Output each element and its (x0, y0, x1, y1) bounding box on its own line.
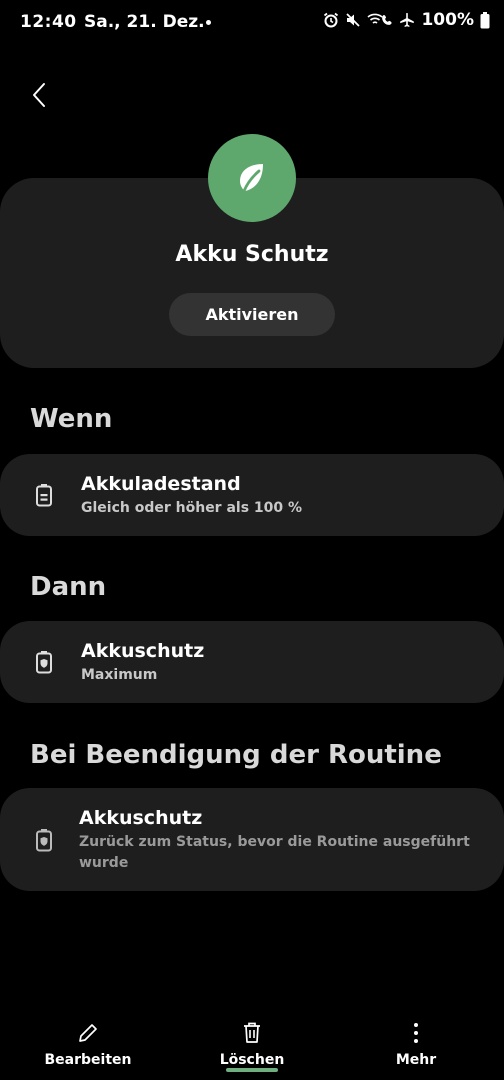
action-title: Akkuschutz (81, 640, 205, 662)
alarm-icon (324, 12, 339, 28)
status-time: 12:40 (20, 12, 77, 32)
section-title-then: Dann (30, 572, 107, 602)
pencil-icon (79, 1024, 97, 1042)
battery-shield-icon (32, 826, 56, 854)
end-action-title: Akkuschutz (79, 807, 203, 829)
status-date: Sa., 21. Dez. (84, 12, 205, 32)
notification-dot (206, 20, 211, 25)
delete-label: Löschen (219, 1052, 285, 1068)
edit-label: Bearbeiten (44, 1052, 132, 1068)
more-button[interactable]: Mehr (356, 1020, 476, 1068)
back-button[interactable] (24, 78, 54, 112)
wifi-calling-icon (367, 13, 393, 25)
condition-title: Akkuladestand (81, 473, 241, 495)
condition-card-battery-level[interactable]: Akkuladestand Gleich oder höher als 100 … (0, 454, 504, 536)
delete-button[interactable]: Löschen (192, 1020, 312, 1068)
condition-subtitle: Gleich oder höher als 100 % (81, 500, 303, 516)
action-subtitle: Maximum (81, 667, 158, 683)
status-icons: 100% (323, 10, 490, 30)
more-label: Mehr (395, 1052, 437, 1068)
battery-percent: 100% (421, 10, 474, 30)
routine-title: Akku Schutz (175, 242, 329, 267)
leaf-icon (240, 164, 263, 193)
end-action-card-battery-protection[interactable]: Akkuschutz Zurück zum Status, bevor die … (0, 788, 504, 891)
action-card-battery-protection[interactable]: Akkuschutz Maximum (0, 621, 504, 703)
edit-button[interactable]: Bearbeiten (28, 1020, 148, 1068)
section-title-when: Wenn (30, 404, 113, 434)
selected-nav-indicator (226, 1068, 278, 1072)
routine-icon (208, 134, 296, 222)
battery-level-icon (32, 481, 56, 509)
chevron-left-icon (33, 83, 45, 107)
airplane-icon (400, 13, 415, 27)
battery-shield-icon (32, 648, 56, 676)
section-title-on-end: Bei Beendigung der Routine (30, 740, 442, 770)
more-vertical-icon (414, 1023, 418, 1043)
activate-button[interactable]: Aktivieren (169, 293, 335, 336)
status-bar: 12:40 Sa., 21. Dez. 100% (0, 0, 504, 44)
mute-icon (346, 13, 361, 27)
trash-icon (244, 1022, 260, 1043)
battery-icon (480, 11, 490, 28)
end-action-subtitle: Zurück zum Status, bevor die Routine aus… (79, 834, 470, 871)
